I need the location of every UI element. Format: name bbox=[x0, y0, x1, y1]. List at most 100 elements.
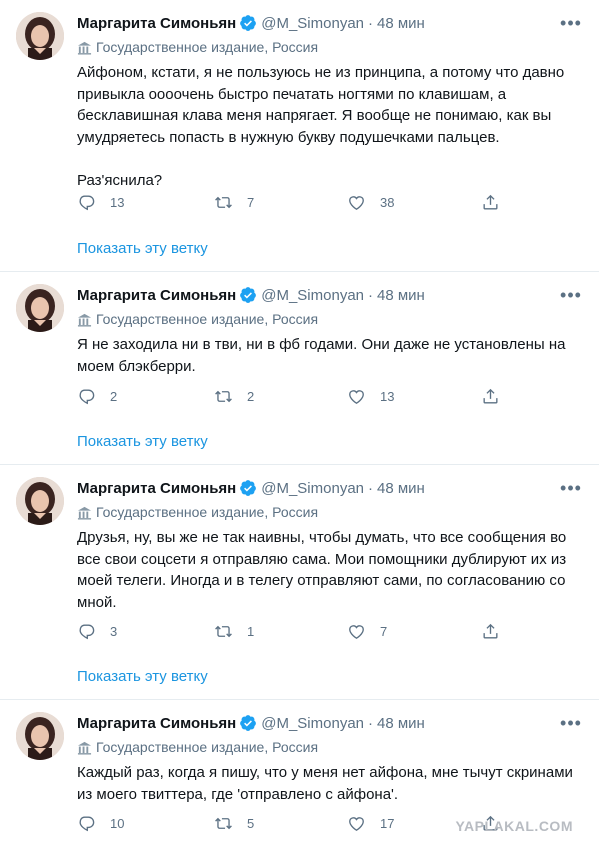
retweet-button[interactable]: 1 bbox=[214, 622, 254, 641]
heart-icon bbox=[349, 624, 364, 639]
share-icon bbox=[483, 623, 498, 639]
tweet-header: Маргарита Симоньян @M_Simonyan · 48 мин … bbox=[77, 284, 583, 306]
reply-count: 2 bbox=[110, 388, 118, 404]
tweet[interactable]: Маргарита Симоньян @M_Simonyan · 48 мин … bbox=[0, 272, 599, 465]
like-count: 38 bbox=[380, 194, 395, 210]
more-icon[interactable]: ••• bbox=[559, 477, 583, 499]
more-icon[interactable]: ••• bbox=[559, 712, 583, 734]
author-handle[interactable]: @M_Simonyan bbox=[261, 480, 364, 497]
reply-icon bbox=[79, 623, 95, 639]
tweet-timestamp[interactable]: 48 мин bbox=[377, 15, 425, 32]
retweet-count: 7 bbox=[247, 194, 255, 210]
like-button[interactable]: 17 bbox=[347, 814, 394, 833]
heart-icon bbox=[349, 195, 364, 210]
reply-button[interactable]: 10 bbox=[77, 814, 124, 833]
reply-button[interactable]: 2 bbox=[77, 387, 117, 406]
state-media-label-text: Государственное издание, Россия bbox=[96, 39, 319, 55]
retweet-icon bbox=[215, 196, 232, 208]
like-button[interactable]: 38 bbox=[347, 193, 394, 212]
state-media-flag-icon bbox=[77, 313, 92, 327]
separator-dot: · bbox=[368, 479, 374, 497]
reply-icon bbox=[79, 194, 95, 210]
reply-count: 10 bbox=[110, 815, 125, 831]
verified-badge-icon bbox=[239, 286, 257, 304]
verified-badge-icon bbox=[239, 479, 257, 497]
avatar[interactable] bbox=[16, 712, 64, 760]
like-count: 13 bbox=[380, 388, 395, 404]
share-button[interactable] bbox=[481, 622, 500, 641]
share-button[interactable] bbox=[481, 387, 500, 406]
tweet-timestamp[interactable]: 48 мин bbox=[377, 480, 425, 497]
retweet-icon bbox=[215, 817, 232, 829]
more-icon[interactable]: ••• bbox=[559, 12, 583, 34]
verified-badge-icon bbox=[239, 714, 257, 732]
retweet-button[interactable]: 2 bbox=[214, 387, 254, 406]
state-media-flag-icon bbox=[77, 741, 92, 755]
tweet-actions: 10 5 17 bbox=[77, 811, 498, 835]
more-icon[interactable]: ••• bbox=[559, 284, 583, 306]
heart-icon bbox=[349, 389, 364, 404]
author-handle[interactable]: @M_Simonyan bbox=[261, 15, 364, 32]
state-media-label[interactable]: Государственное издание, Россия bbox=[77, 309, 583, 329]
tweet-text: Каждый раз, когда я пишу, что у меня нет… bbox=[77, 764, 578, 803]
retweet-icon bbox=[215, 625, 232, 637]
tweet[interactable]: Маргарита Симоньян @M_Simonyan · 48 мин … bbox=[0, 0, 599, 272]
retweet-button[interactable]: 7 bbox=[214, 193, 254, 212]
tweet-actions: 3 1 7 bbox=[77, 619, 500, 643]
state-media-flag-icon bbox=[77, 506, 92, 520]
author-name[interactable]: Маргарита Симоньян bbox=[77, 480, 236, 497]
like-button[interactable]: 13 bbox=[347, 387, 394, 406]
avatar[interactable] bbox=[16, 284, 64, 332]
retweet-icon bbox=[215, 390, 232, 402]
author-handle[interactable]: @M_Simonyan bbox=[261, 287, 364, 304]
reply-button[interactable]: 13 bbox=[77, 193, 124, 212]
watermark: YAPLAKAL.COM bbox=[455, 818, 573, 834]
tweet-header: Маргарита Симоньян @M_Simonyan · 48 мин … bbox=[77, 477, 583, 499]
show-thread-link[interactable]: Показать эту ветку bbox=[77, 668, 208, 685]
share-button[interactable] bbox=[481, 193, 500, 212]
state-media-label[interactable]: Государственное издание, Россия bbox=[77, 502, 583, 522]
tweet-timestamp[interactable]: 48 мин bbox=[377, 287, 425, 304]
reply-button[interactable]: 3 bbox=[77, 622, 117, 641]
author-name[interactable]: Маргарита Симоньян bbox=[77, 287, 236, 304]
separator-dot: · bbox=[368, 14, 374, 32]
reply-count: 3 bbox=[110, 623, 118, 639]
like-count: 7 bbox=[380, 623, 388, 639]
state-media-label[interactable]: Государственное издание, Россия bbox=[77, 737, 583, 757]
reply-icon bbox=[79, 388, 95, 404]
verified-badge-icon bbox=[239, 14, 257, 32]
author-name[interactable]: Маргарита Симоньян bbox=[77, 715, 236, 732]
heart-icon bbox=[349, 816, 364, 831]
state-media-label-text: Государственное издание, Россия bbox=[96, 504, 319, 520]
share-icon bbox=[483, 388, 498, 404]
show-thread-link[interactable]: Показать эту ветку bbox=[77, 433, 208, 450]
tweet-header: Маргарита Симоньян @M_Simonyan · 48 мин … bbox=[77, 12, 583, 34]
reply-icon bbox=[79, 815, 95, 831]
tweet-header: Маргарита Симоньян @M_Simonyan · 48 мин … bbox=[77, 712, 583, 734]
tweet-text: Друзья, ну, вы же не так наивны, чтобы д… bbox=[77, 529, 571, 611]
author-name[interactable]: Маргарита Симоньян bbox=[77, 15, 236, 32]
state-media-label-text: Государственное издание, Россия bbox=[96, 739, 319, 755]
tweet-text: Айфоном, кстати, я не пользуюсь не из пр… bbox=[77, 64, 565, 189]
tweet-text: Я не заходила ни в тви, ни в фб годами. … bbox=[77, 336, 570, 375]
avatar[interactable] bbox=[16, 477, 64, 525]
tweet-timestamp[interactable]: 48 мин bbox=[377, 715, 425, 732]
reply-count: 13 bbox=[110, 194, 125, 210]
tweet[interactable]: Маргарита Симоньян @M_Simonyan · 48 мин … bbox=[0, 465, 599, 700]
retweet-count: 5 bbox=[247, 815, 255, 831]
timeline-feed: Маргарита Симоньян @M_Simonyan · 48 мин … bbox=[0, 0, 599, 855]
share-icon bbox=[483, 194, 498, 210]
retweet-count: 1 bbox=[247, 623, 255, 639]
retweet-count: 2 bbox=[247, 388, 255, 404]
retweet-button[interactable]: 5 bbox=[214, 814, 254, 833]
like-count: 17 bbox=[380, 815, 395, 831]
state-media-label-text: Государственное издание, Россия bbox=[96, 311, 319, 327]
like-button[interactable]: 7 bbox=[347, 622, 387, 641]
state-media-label[interactable]: Государственное издание, Россия bbox=[77, 37, 583, 57]
separator-dot: · bbox=[368, 714, 374, 732]
avatar[interactable] bbox=[16, 12, 64, 60]
state-media-flag-icon bbox=[77, 41, 92, 55]
author-handle[interactable]: @M_Simonyan bbox=[261, 715, 364, 732]
tweet-actions: 2 2 13 bbox=[77, 384, 500, 408]
show-thread-link[interactable]: Показать эту ветку bbox=[77, 240, 208, 257]
